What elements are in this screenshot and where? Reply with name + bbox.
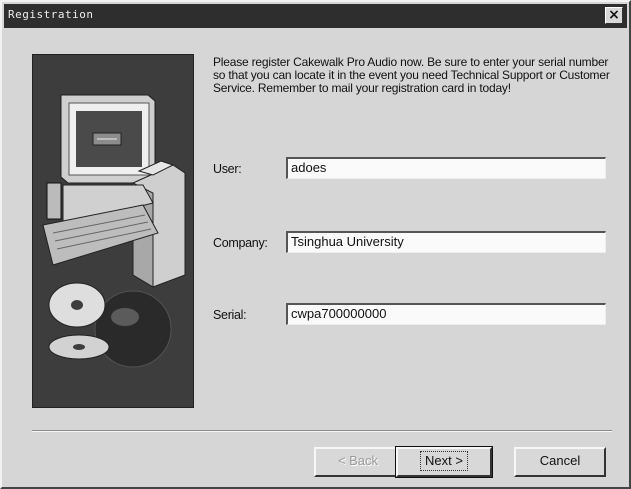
close-button[interactable]: ×	[605, 7, 623, 24]
next-button[interactable]: Next >	[395, 446, 493, 478]
cancel-button-label: Cancel	[539, 453, 581, 468]
company-field[interactable]: Tsinghua University	[286, 231, 606, 253]
registration-dialog: Registration × Please register Cakewalk …	[0, 0, 631, 489]
button-separator	[32, 430, 612, 432]
registration-instructions: Please register Cakewalk Pro Audio now. …	[213, 55, 610, 95]
close-icon: ×	[608, 7, 620, 23]
back-button[interactable]: < Back	[314, 447, 402, 477]
next-button-label: Next >	[420, 451, 468, 471]
user-field[interactable]: adoes	[286, 157, 606, 179]
user-label: User:	[213, 162, 242, 176]
company-label: Company:	[213, 236, 268, 250]
back-button-label: < Back	[337, 453, 379, 468]
title-bar[interactable]: Registration ×	[4, 4, 627, 28]
wizard-illustration	[32, 54, 194, 408]
serial-label: Serial:	[213, 308, 247, 322]
computer-and-disc-illustration	[33, 55, 193, 407]
window-title: Registration	[8, 8, 94, 21]
cancel-button[interactable]: Cancel	[514, 447, 606, 477]
globe-graphic	[94, 290, 172, 368]
serial-field[interactable]: cwpa700000000	[286, 303, 606, 325]
